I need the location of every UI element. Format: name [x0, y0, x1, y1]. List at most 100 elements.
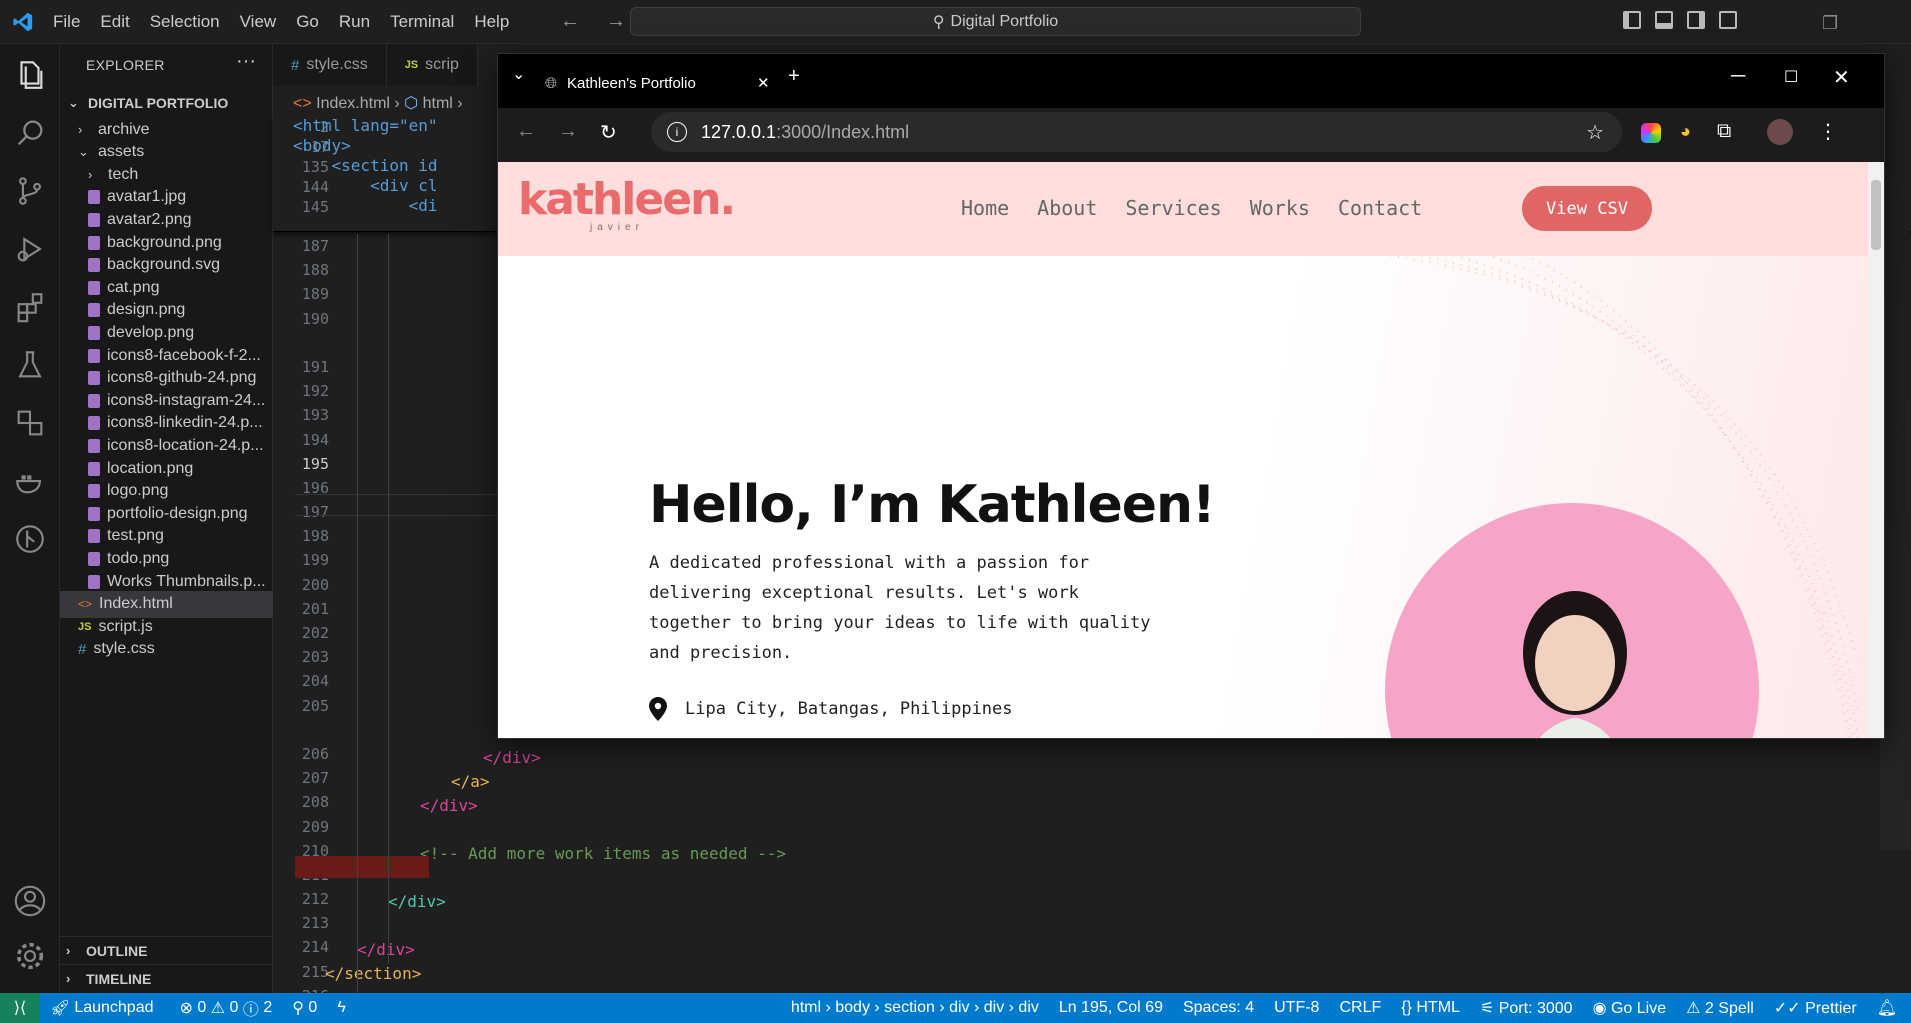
code-line-206[interactable]: </div>: [483, 748, 541, 767]
workspace-root-label: DIGITAL PORTFOLIO: [88, 94, 229, 111]
account-icon[interactable]: [13, 884, 47, 918]
forward-arrow-icon[interactable]: →: [606, 10, 626, 33]
menu-run[interactable]: Run: [339, 12, 370, 32]
tree-file[interactable]: # style.css: [60, 636, 273, 663]
prettier-status[interactable]: ✓✓ Prettier: [1774, 998, 1857, 1018]
browser-tab[interactable]: 🌐︎ Kathleen's Portfolio ✕: [545, 63, 801, 103]
scrollbar-thumb[interactable]: [1871, 180, 1881, 250]
port-indicator[interactable]: ⚟ Port: 3000: [1480, 998, 1573, 1018]
testing-icon[interactable]: [13, 348, 47, 382]
error-count[interactable]: 0: [197, 999, 206, 1017]
forward-arrow-icon[interactable]: →: [558, 120, 578, 143]
extensions-puzzle-icon[interactable]: ⧉: [1717, 120, 1731, 143]
git-graph-icon[interactable]: [13, 522, 47, 556]
extension-duck-icon[interactable]: ◕: [1680, 121, 1691, 142]
breadcrumb-node[interactable]: html: [423, 95, 453, 112]
line-number: 199: [301, 551, 329, 570]
code-line-215[interactable]: </section>: [325, 964, 421, 983]
remote-indicator[interactable]: ⟩⟨: [0, 993, 40, 1023]
toggle-panel-icon[interactable]: [1655, 11, 1673, 29]
toggle-secondary-sidebar-icon[interactable]: [1687, 11, 1705, 29]
code-line-208[interactable]: </div>: [420, 796, 478, 815]
view-csv-button[interactable]: View CSV: [1522, 186, 1652, 231]
lightning-icon[interactable]: ϟ: [337, 999, 345, 1017]
ports-icon: ⚲: [292, 1000, 304, 1017]
reload-icon[interactable]: ↻: [600, 120, 617, 145]
docker-icon[interactable]: [13, 464, 47, 498]
spell-check-status[interactable]: ⚠ 2 Spell: [1686, 998, 1754, 1018]
code-line-210[interactable]: <!-- Add more work items as needed -->: [420, 844, 786, 863]
profile-avatar[interactable]: [1767, 119, 1793, 145]
extension-colorzilla-icon[interactable]: [1641, 123, 1661, 143]
ports-count[interactable]: 0: [308, 999, 317, 1017]
launchpad-label[interactable]: Launchpad: [74, 999, 153, 1017]
breadcrumb-file[interactable]: Index.html: [316, 95, 390, 112]
source-control-icon[interactable]: [13, 174, 47, 208]
page-scrollbar[interactable]: [1868, 162, 1884, 738]
nav-contact[interactable]: Contact: [1338, 196, 1422, 220]
tab-script-js[interactable]: JS scrip: [386, 44, 478, 86]
menu-go[interactable]: Go: [296, 12, 319, 32]
image-file-icon: [88, 258, 100, 273]
go-live-button[interactable]: ◉ Go Live: [1593, 998, 1667, 1018]
sticky-code: <body>: [293, 136, 351, 155]
info-count[interactable]: 2: [263, 999, 272, 1017]
extensions-icon[interactable]: [13, 290, 47, 324]
command-center[interactable]: ⚲ Digital Portfolio: [630, 7, 1361, 36]
nav-services[interactable]: Services: [1125, 196, 1221, 220]
status-element-path[interactable]: html › body › section › div › div › div: [791, 999, 1039, 1017]
remote-explorer-icon[interactable]: [13, 406, 47, 440]
menu-terminal[interactable]: Terminal: [390, 12, 454, 32]
html-file-icon: <>: [293, 95, 312, 112]
close-window-icon[interactable]: ✕: [1833, 65, 1850, 90]
browser-menu-icon[interactable]: ⋮: [1818, 119, 1838, 144]
nav-home[interactable]: Home: [961, 196, 1009, 220]
restore-window-icon[interactable]: ❐: [1822, 13, 1838, 34]
timeline-section[interactable]: › TIMELINE: [60, 964, 273, 992]
run-debug-icon[interactable]: [13, 232, 47, 266]
back-arrow-icon[interactable]: ←: [560, 10, 580, 33]
tree-item-label: archive: [98, 120, 150, 138]
menu-view[interactable]: View: [240, 12, 277, 32]
language-mode[interactable]: {} HTML: [1401, 999, 1460, 1017]
nav-about[interactable]: About: [1037, 196, 1097, 220]
cursor-position[interactable]: Ln 195, Col 69: [1059, 999, 1163, 1017]
encoding[interactable]: UTF-8: [1274, 999, 1319, 1017]
more-actions-icon[interactable]: ···: [236, 50, 256, 73]
menu-help[interactable]: Help: [474, 12, 509, 32]
whitespace-error-highlight: [295, 856, 429, 878]
image-file-icon: [88, 461, 100, 476]
code-line-212[interactable]: </div>: [388, 892, 446, 911]
menu-file[interactable]: File: [53, 12, 80, 32]
code-line-214[interactable]: </div>: [357, 940, 415, 959]
menu-selection[interactable]: Selection: [150, 12, 220, 32]
address-bar[interactable]: i 127.0.0.1:3000/Index.html ☆: [651, 112, 1622, 152]
minimize-icon[interactable]: ─: [1731, 65, 1745, 88]
close-tab-icon[interactable]: ✕: [757, 74, 770, 92]
back-arrow-icon[interactable]: ←: [516, 120, 536, 143]
antenna-icon: ⚟: [1479, 1000, 1495, 1017]
tab-style-css[interactable]: # style.css: [273, 44, 387, 86]
tab-search-icon[interactable]: ⌄: [512, 64, 525, 84]
warning-count[interactable]: 0: [230, 999, 239, 1017]
maximize-icon[interactable]: ☐: [1784, 67, 1798, 87]
new-tab-icon[interactable]: +: [788, 65, 800, 88]
css-file-icon: #: [291, 56, 300, 74]
toggle-primary-sidebar-icon[interactable]: [1623, 11, 1641, 29]
code-line-207[interactable]: </a>: [451, 772, 490, 791]
site-logo[interactable]: kathleen.: [518, 174, 736, 225]
site-info-icon[interactable]: i: [667, 122, 687, 142]
search-icon[interactable]: [13, 116, 47, 150]
nav-works[interactable]: Works: [1250, 196, 1310, 220]
workspace-root[interactable]: ⌄ DIGITAL PORTFOLIO: [60, 89, 273, 116]
error-icon: ⊗: [179, 1000, 193, 1017]
line-ending[interactable]: CRLF: [1339, 999, 1381, 1017]
settings-gear-icon[interactable]: [13, 939, 47, 973]
outline-section[interactable]: › OUTLINE: [60, 936, 273, 964]
menu-edit[interactable]: Edit: [100, 12, 129, 32]
bookmark-star-icon[interactable]: ☆: [1586, 120, 1604, 145]
indentation[interactable]: Spaces: 4: [1183, 999, 1254, 1017]
customize-layout-icon[interactable]: [1719, 11, 1737, 29]
explorer-icon[interactable]: [13, 58, 47, 92]
notifications-bell-icon[interactable]: 🔔︎: [1877, 998, 1897, 1018]
